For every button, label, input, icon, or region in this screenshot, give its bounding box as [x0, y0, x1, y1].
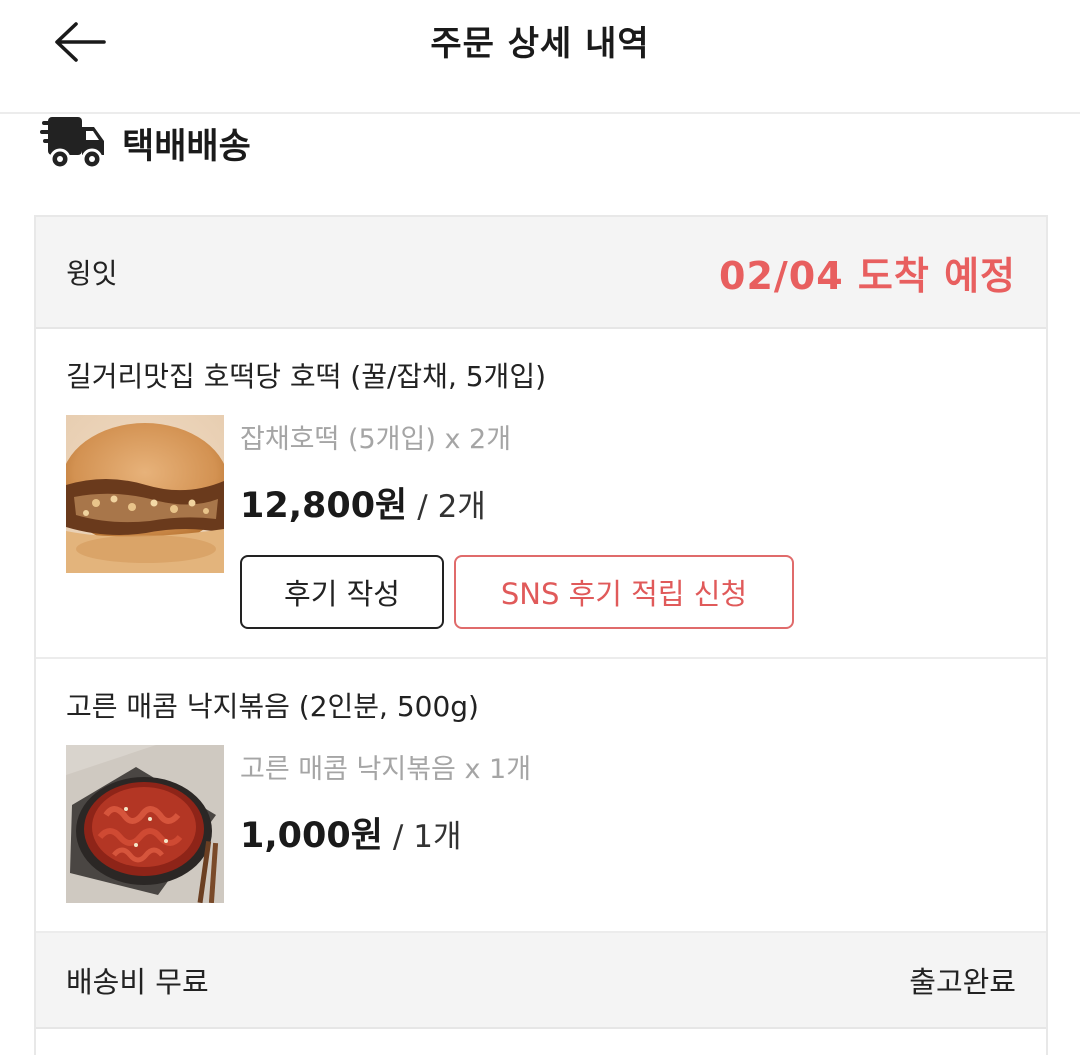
truck-icon — [40, 117, 104, 170]
seller-name: 윙잇 — [66, 257, 118, 290]
item-quantity: / 1개 — [392, 819, 462, 855]
seller-row: 윙잇 02/04 도착 예정 — [36, 217, 1046, 329]
item-price: 1,000원 — [240, 816, 383, 856]
nakji-bokkeum-photo — [66, 745, 224, 903]
delivery-type-heading: 택배배송 — [40, 112, 251, 174]
order-item: 고른 매콤 낙지볶음 (2인분, 500g) 고른 매콤 낙지볶음 x 1개 1… — [36, 659, 1046, 933]
item-price: 12,800원 — [240, 486, 408, 526]
shipping-fee: 배송비 무료 — [66, 965, 209, 999]
shipment-status: 출고완료 — [909, 965, 1016, 999]
product-title[interactable]: 길거리맛집 호떡당 호떡 (꿀/잡채, 5개입) — [66, 355, 546, 395]
arrival-date: 02/04 도착 예정 — [719, 253, 1016, 298]
price-line: 1,000원 / 1개 — [240, 807, 461, 858]
sns-review-reward-button[interactable]: SNS 후기 적립 신청 — [454, 555, 794, 629]
product-image[interactable] — [66, 415, 224, 573]
product-image[interactable] — [66, 745, 224, 903]
product-option: 잡채호떡 (5개입) x 2개 — [240, 424, 512, 455]
write-review-button[interactable]: 후기 작성 — [240, 555, 444, 629]
delivery-type-label: 택배배송 — [122, 126, 251, 167]
top-app-bar: 주문 상세 내역 — [0, 0, 1080, 114]
order-item: 길거리맛집 호떡당 호떡 (꿀/잡채, 5개입) 잡채호떡 (5개입) x 2개… — [36, 329, 1046, 659]
price-line: 12,800원 / 2개 — [240, 477, 486, 528]
hotteok-photo — [66, 415, 224, 573]
item-quantity: / 2개 — [417, 489, 486, 525]
product-title[interactable]: 고른 매콤 낙지볶음 (2인분, 500g) — [66, 685, 479, 725]
page-title: 주문 상세 내역 — [430, 24, 650, 64]
shipping-status-row: 배송비 무료 출고완료 — [36, 933, 1046, 1029]
order-card: 윙잇 02/04 도착 예정 길거리맛집 호떡당 호떡 (꿀/잡채, 5개입) — [34, 215, 1048, 1055]
product-option: 고른 매콤 낙지볶음 x 1개 — [240, 754, 532, 785]
